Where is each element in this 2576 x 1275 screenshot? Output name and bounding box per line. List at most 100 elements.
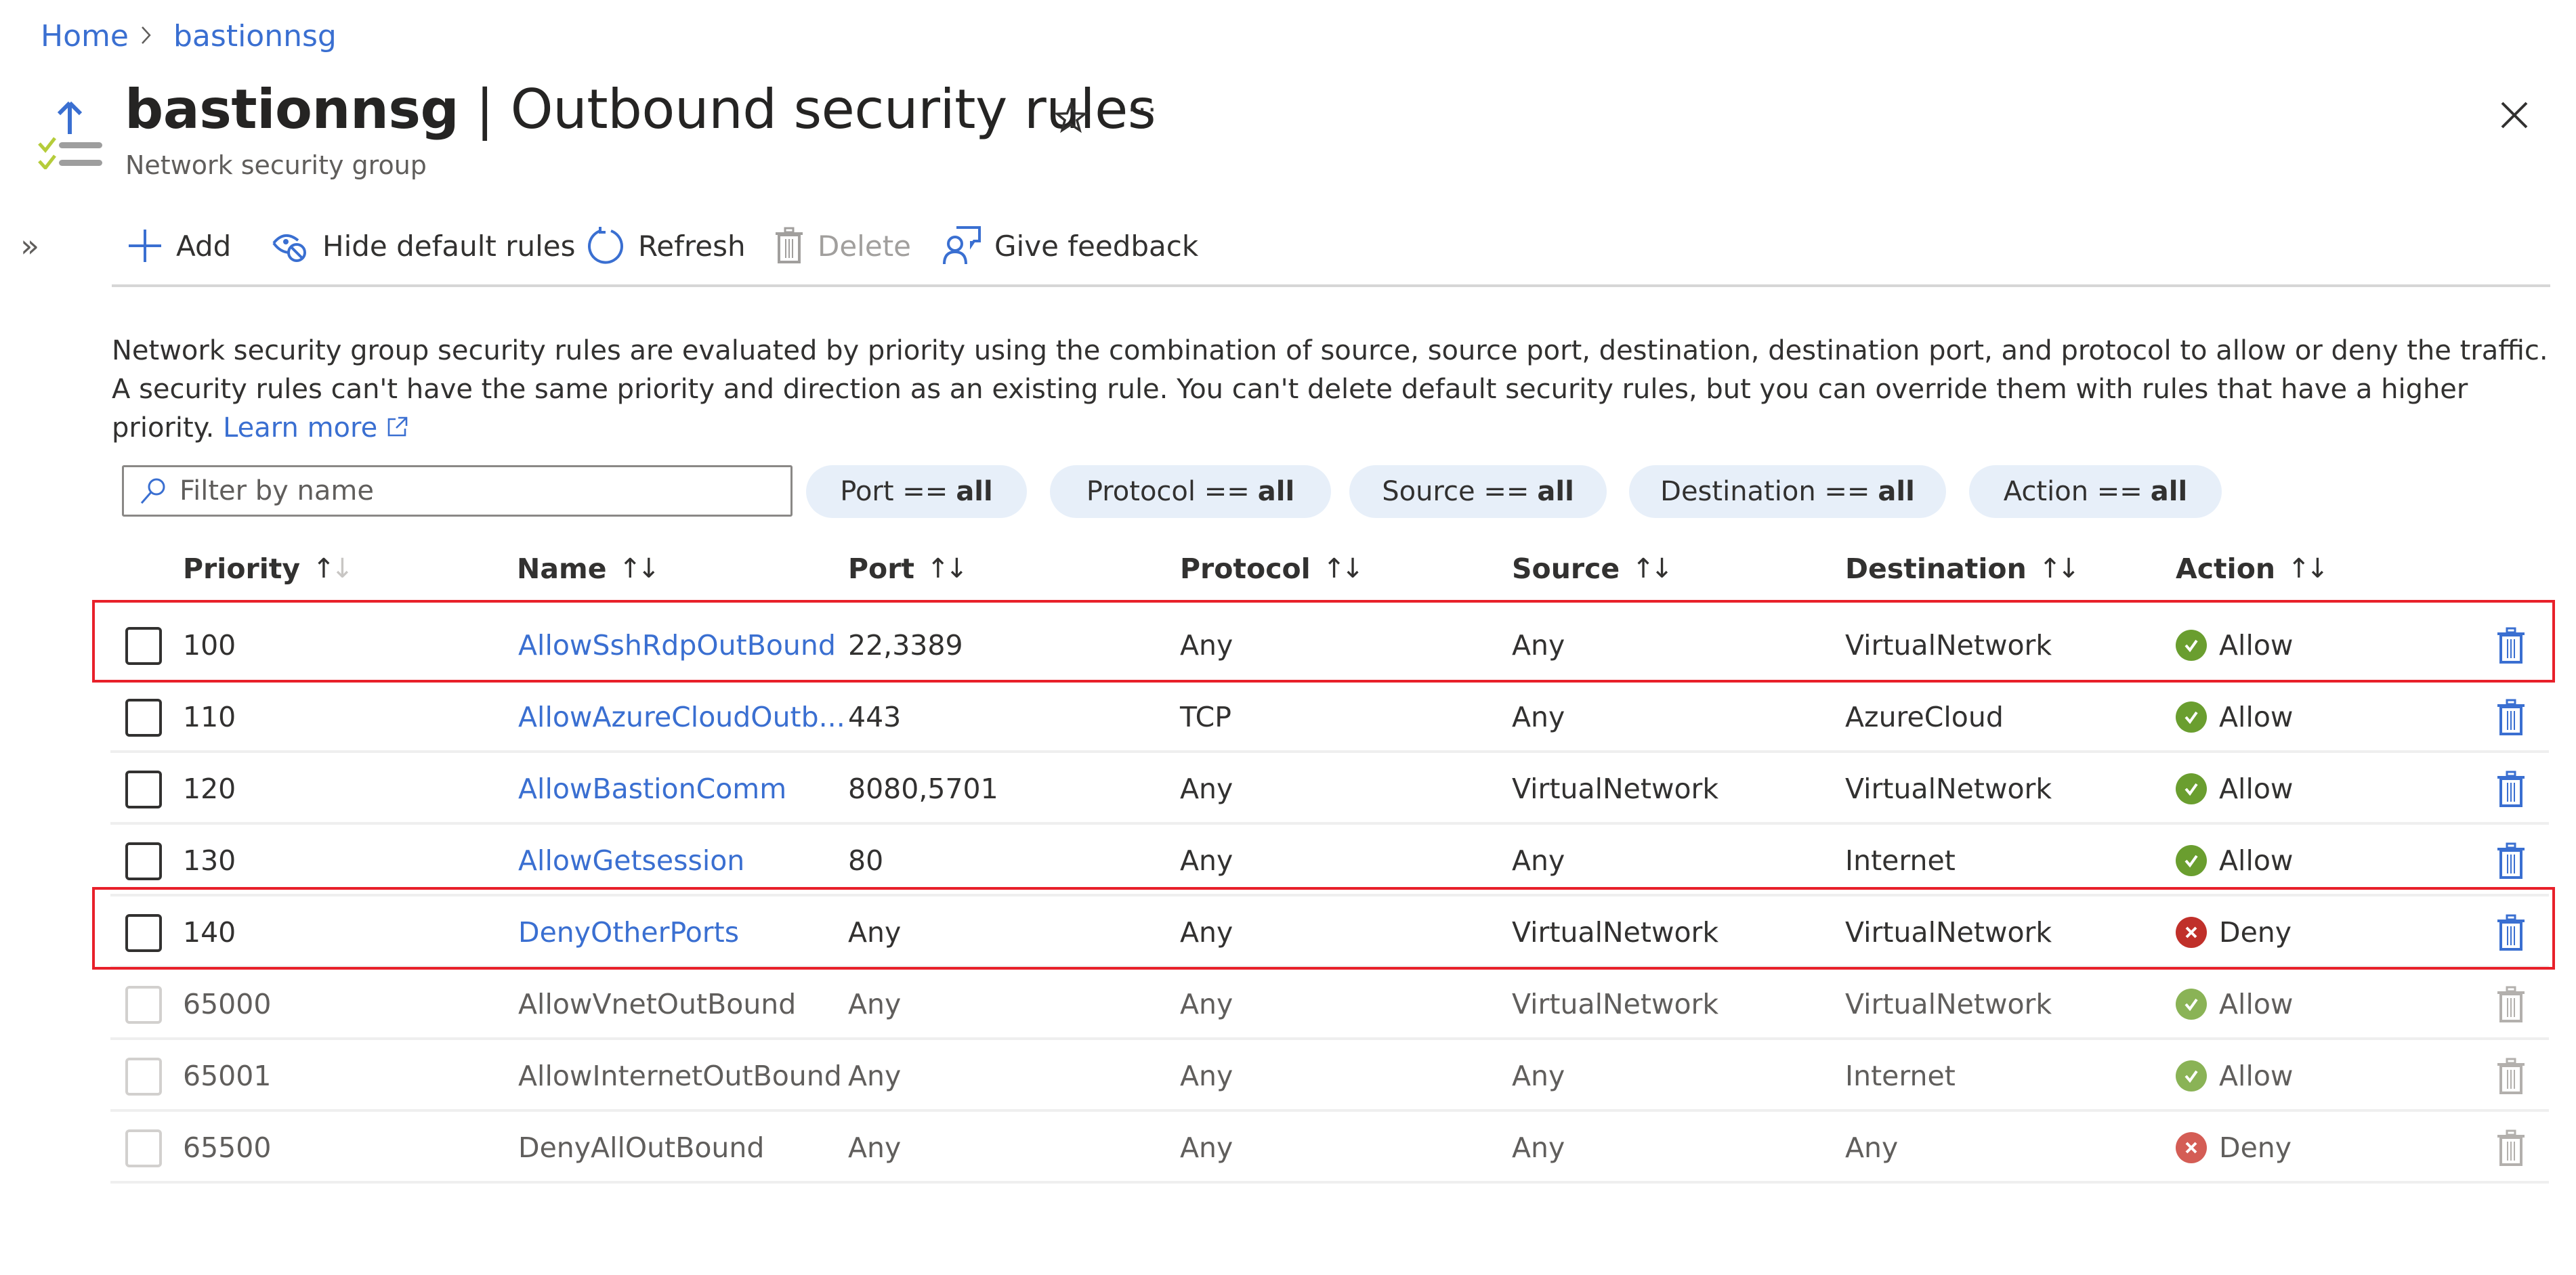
filter-by-name-input[interactable]	[178, 475, 790, 507]
cell-source: Any	[1512, 1040, 1565, 1112]
cell-protocol: Any	[1180, 968, 1233, 1040]
delete-rule-trash-icon[interactable]	[2496, 842, 2526, 883]
add-button[interactable]: Add	[127, 222, 231, 269]
pill-value: all	[2150, 476, 2188, 507]
column-header-priority[interactable]: Priority ↑↓	[183, 548, 354, 589]
source-value: Any	[1512, 701, 1565, 733]
row-checkbox[interactable]	[125, 986, 162, 1024]
table-row[interactable]: 130 AllowGetsession 80 Any Any Internet Allow	[110, 825, 2549, 896]
column-header-action[interactable]: Action ↑↓	[2176, 548, 2329, 589]
expand-sidebar-chevron-double-right-icon[interactable]: »	[20, 228, 39, 264]
filter-pill-port[interactable]: Port == all	[806, 465, 1027, 518]
row-checkbox[interactable]	[125, 1129, 162, 1167]
table-row[interactable]: 140 DenyOtherPorts Any Any VirtualNetwork Vir…	[110, 896, 2549, 968]
column-label: Protocol	[1180, 553, 1311, 585]
cell-port: 443	[848, 681, 901, 753]
hide-default-rules-button[interactable]: Hide default rules	[271, 222, 576, 269]
cell-action: Deny	[2176, 1112, 2292, 1184]
cell-port: Any	[848, 1040, 901, 1112]
name-value: DenyAllOutBound	[518, 1131, 765, 1164]
delete-rule-trash-icon[interactable]	[2496, 914, 2526, 955]
row-checkbox[interactable]	[125, 771, 162, 808]
eye-hide-icon	[272, 234, 306, 262]
source-value: Any	[1512, 1131, 1565, 1164]
filter-pill-destination[interactable]: Destination == all	[1629, 465, 1946, 518]
cell-protocol: Any	[1180, 753, 1233, 825]
trash-icon	[776, 227, 803, 263]
destination-value: Any	[1845, 1131, 1899, 1164]
table-row[interactable]: 65500 DenyAllOutBound Any Any Any Any Deny	[110, 1112, 2549, 1184]
cell-port: Any	[848, 896, 901, 968]
allow-check-icon	[2176, 773, 2207, 804]
rule-name-link[interactable]: AllowAzureCloudOutb...	[518, 701, 845, 733]
pill-key: Source ==	[1382, 476, 1529, 507]
column-header-protocol[interactable]: Protocol ↑↓	[1180, 548, 1364, 589]
row-checkbox[interactable]	[125, 627, 162, 665]
cell-destination: VirtualNetwork	[1845, 753, 2052, 825]
row-checkbox[interactable]	[125, 699, 162, 737]
port-value: Any	[848, 1131, 902, 1164]
table-row[interactable]: 65001 AllowInternetOutBound Any Any Any Inter…	[110, 1040, 2549, 1112]
table-row[interactable]: 65000 AllowVnetOutBound Any Any VirtualNetwo…	[110, 968, 2549, 1040]
port-value: 80	[848, 844, 884, 877]
cell-name[interactable]: AllowGetsession	[518, 825, 744, 896]
delete-rule-trash-icon[interactable]	[2496, 771, 2526, 811]
source-value: Any	[1512, 844, 1565, 877]
more-options-ellipsis-icon[interactable]: ···	[1128, 95, 1158, 126]
cell-name[interactable]: AllowAzureCloudOutb...	[518, 681, 845, 753]
filter-pill-action[interactable]: Action == all	[1969, 465, 2222, 518]
port-value: Any	[848, 988, 902, 1020]
column-header-port[interactable]: Port ↑↓	[848, 548, 968, 589]
rule-name-link[interactable]: DenyOtherPorts	[518, 916, 739, 949]
cell-source: VirtualNetwork	[1512, 753, 1718, 825]
row-checkbox[interactable]	[125, 842, 162, 880]
filter-pill-protocol[interactable]: Protocol == all	[1050, 465, 1331, 518]
rule-name-link[interactable]: AllowGetsession	[518, 844, 744, 877]
delete-rule-trash-icon[interactable]	[2496, 627, 2526, 668]
cell-destination: Internet	[1845, 825, 1956, 896]
cell-name[interactable]: AllowBastionComm	[518, 753, 786, 825]
filter-by-name-field[interactable]	[122, 465, 793, 517]
nsg-outbound-rules-icon	[37, 95, 105, 172]
column-header-destination[interactable]: Destination ↑↓	[1845, 548, 2080, 589]
sort-icon: ↑↓	[1322, 553, 1364, 584]
table-row[interactable]: 100 AllowSshRdpOutBound 22,3389 Any Any Virtu…	[110, 609, 2549, 681]
source-value: VirtualNetwork	[1512, 773, 1719, 805]
delete-button[interactable]: Delete	[774, 222, 911, 269]
port-value: 443	[848, 701, 902, 733]
favorite-star-icon[interactable]	[1053, 100, 1089, 138]
give-feedback-button[interactable]: Give feedback	[943, 222, 1198, 269]
row-checkbox[interactable]	[125, 914, 162, 952]
row-checkbox[interactable]	[125, 1058, 162, 1096]
source-value: Any	[1512, 629, 1565, 662]
delete-rule-trash-icon[interactable]	[2496, 699, 2526, 739]
priority-value: 130	[183, 844, 236, 877]
pill-value: all	[956, 476, 993, 507]
rule-name-link[interactable]: AllowSshRdpOutBound	[518, 629, 836, 662]
cell-protocol: Any	[1180, 1112, 1233, 1184]
cell-name: AllowInternetOutBound	[518, 1040, 842, 1112]
breadcrumb-home[interactable]: Home	[41, 19, 129, 53]
refresh-button[interactable]: Refresh	[587, 222, 746, 269]
delete-rule-trash-icon	[2496, 1129, 2526, 1170]
rule-name-link[interactable]: AllowBastionComm	[518, 773, 786, 805]
allow-check-icon	[2176, 630, 2207, 661]
learn-more-label: Learn more	[223, 412, 378, 444]
table-row[interactable]: 120 AllowBastionComm 8080,5701 Any VirtualNe…	[110, 753, 2549, 825]
sort-icon: ↑↓	[312, 553, 354, 584]
port-value: Any	[848, 1060, 902, 1092]
cell-priority: 65000	[183, 968, 271, 1040]
source-value: Any	[1512, 1060, 1565, 1092]
learn-more-link[interactable]: Learn more	[223, 412, 409, 444]
column-header-source[interactable]: Source ↑↓	[1512, 548, 1673, 589]
cell-name[interactable]: DenyOtherPorts	[518, 896, 739, 968]
breadcrumb-bastionnsg[interactable]: bastionnsg	[173, 19, 337, 53]
table-row[interactable]: 110 AllowAzureCloudOutb... 443 TCP Any AzureC…	[110, 681, 2549, 753]
filter-pill-source[interactable]: Source == all	[1349, 465, 1607, 518]
priority-value: 140	[183, 916, 236, 949]
close-icon[interactable]	[2499, 100, 2529, 133]
column-header-name[interactable]: Name ↑↓	[517, 548, 660, 589]
destination-value: Internet	[1845, 844, 1956, 877]
cell-name[interactable]: AllowSshRdpOutBound	[518, 609, 836, 681]
cell-priority: 130	[183, 825, 236, 896]
